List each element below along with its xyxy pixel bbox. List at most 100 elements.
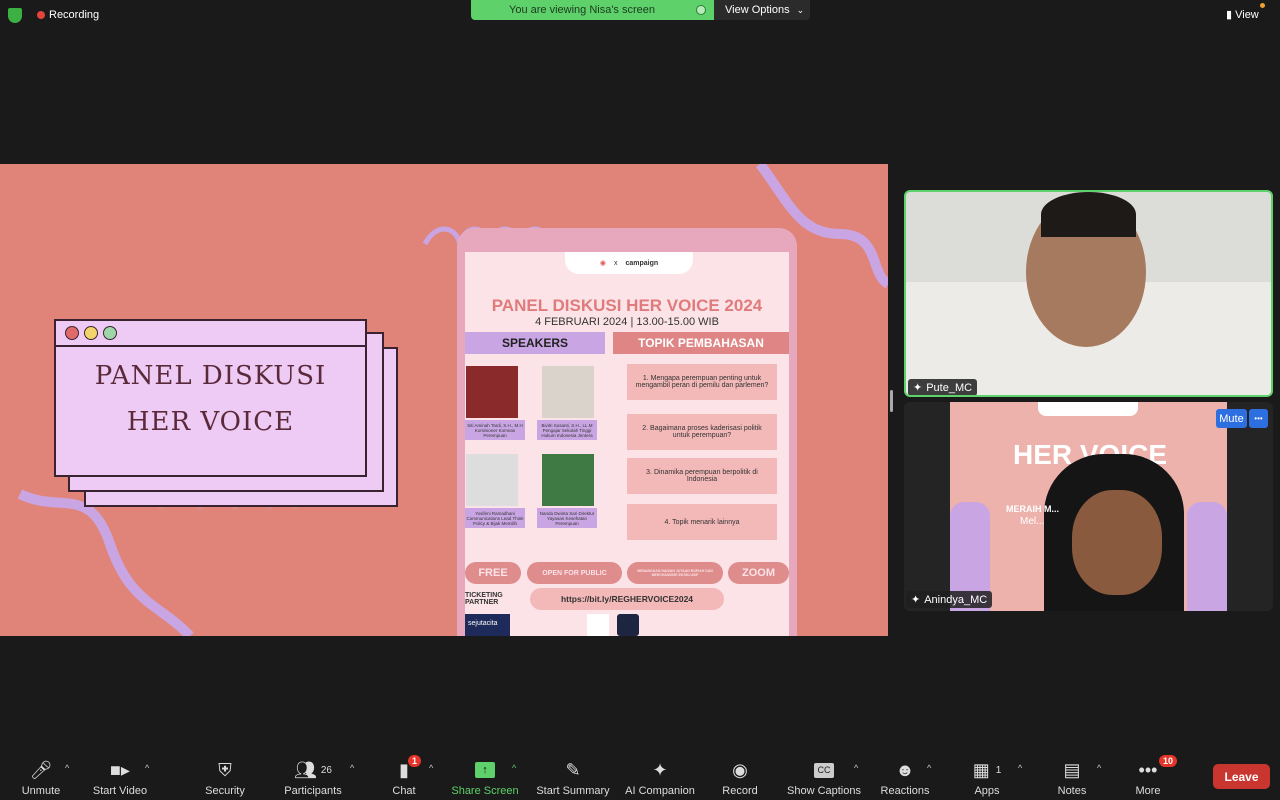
chat-caret-icon[interactable]: ^: [429, 763, 433, 773]
poster-date: 4 FEBRUARI 2024 | 13.00-15.00 WIB: [535, 316, 719, 328]
campaign-logo: campaign: [625, 259, 659, 267]
logo-x: x: [613, 259, 618, 267]
share-screen-icon: ↑: [475, 762, 495, 778]
view-label: View: [1235, 9, 1259, 21]
ai-companion-button[interactable]: ✦ AI Companion: [622, 752, 698, 800]
bg-illustration: [1187, 502, 1227, 611]
slide-title-line1: PANEL DISKUSI: [94, 361, 327, 391]
view-options-label: View Options: [725, 4, 790, 16]
shield-icon: ⛨: [218, 759, 232, 780]
pill-prize: MENANGKAN HADIAH JUTAAN RUPIAH DAN MERCH…: [627, 562, 723, 584]
record-label: Record: [722, 785, 758, 797]
notification-dot: [1259, 3, 1265, 8]
green-dot-icon: [103, 326, 117, 340]
speaker-photo: [466, 454, 518, 506]
unmute-button[interactable]: 🎤︎ Unmute: [14, 752, 68, 800]
pill-open: OPEN FOR PUBLIC: [527, 562, 622, 584]
view-options-button[interactable]: View Options ⌄: [714, 0, 810, 20]
pin-icon: ✦: [911, 594, 921, 606]
emoji-icon: ☻: [895, 759, 915, 780]
share-screen-button[interactable]: ↑ Share Screen: [450, 752, 520, 800]
notes-button[interactable]: ▤ Notes: [1052, 752, 1092, 800]
view-button[interactable]: ▮ View: [1226, 3, 1265, 21]
participants-count: 26: [320, 764, 332, 776]
topic-item: 1. Mengapa perempuan penting untuk menga…: [627, 364, 777, 400]
top-bar: Recording You are viewing Nisa's screen …: [0, 0, 1280, 30]
apps-button[interactable]: ▦ 1 Apps: [966, 752, 1008, 800]
captions-caret-icon[interactable]: ^: [854, 763, 858, 773]
notes-icon: ▤: [1063, 759, 1081, 780]
start-video-button[interactable]: ■▸ Start Video: [88, 752, 152, 800]
speaker-photo: [542, 366, 594, 418]
apps-icon: ▦ 1: [972, 759, 1002, 780]
speaker-photo: [542, 454, 594, 506]
record-button[interactable]: ◉ Record: [718, 752, 762, 800]
audio-caret-icon[interactable]: ^: [65, 763, 69, 773]
video-tile-pute[interactable]: ✦ Pute_MC: [904, 190, 1273, 397]
start-summary-button[interactable]: ✎ Start Summary: [532, 752, 614, 800]
topics-header: TOPIK PEMBAHASAN: [613, 332, 789, 354]
chevron-down-icon: ⌄: [796, 4, 805, 15]
notes-caret-icon[interactable]: ^: [1097, 763, 1101, 773]
participant-name: Pute_MC: [926, 381, 973, 394]
viewing-text: You are viewing Nisa's screen: [509, 4, 655, 16]
sejutacita-logo: sejutacita: [465, 614, 510, 636]
chat-button[interactable]: ▮ Chat 1: [384, 752, 424, 800]
org-logo: [587, 614, 609, 636]
chat-badge: 1: [408, 755, 422, 767]
event-poster: ◉ x campaign PANEL DISKUSI HER VOICE 2024 …: [457, 228, 797, 636]
security-button[interactable]: ⛨ Security: [198, 752, 252, 800]
video-caret-icon[interactable]: ^: [145, 763, 149, 773]
start-video-label: Start Video: [92, 785, 148, 797]
meeting-toolbar: 🎤︎ Unmute ^ ■▸ Start Video ^ ⛨ Security 👥︎ 2…: [0, 752, 1280, 800]
yellow-dot-icon: [84, 326, 98, 340]
apps-caret-icon[interactable]: ^: [1018, 763, 1022, 773]
shared-screen: PANEL DISKUSI HER VOICE ◉ x campaign PANEL…: [0, 164, 888, 636]
ai-companion-label: AI Companion: [625, 785, 695, 797]
status-dot-icon: [696, 5, 706, 15]
recording-label: Recording: [49, 9, 100, 21]
share-caret-icon[interactable]: ^: [512, 763, 516, 773]
show-captions-button[interactable]: CC Show Captions: [784, 752, 864, 800]
cc-icon: CC: [814, 762, 834, 778]
participant-name: Anindya_MC: [924, 593, 988, 606]
ticketing-label: TICKETING PARTNER: [465, 592, 503, 606]
apps-count: 1: [995, 764, 1002, 776]
mic-muted-icon: 🎤︎: [29, 759, 53, 780]
topic-item: 2. Bagaimana proses kaderisasi politik u…: [627, 414, 777, 450]
notes-label: Notes: [1057, 785, 1087, 797]
participant-hair: [1041, 192, 1136, 237]
security-shield-icon[interactable]: [8, 8, 22, 23]
more-label: More: [1135, 785, 1161, 797]
poster-heading: PANEL DISKUSI HER VOICE 2024: [491, 296, 763, 315]
more-button[interactable]: ••• More 10: [1128, 752, 1178, 800]
mute-participant-button[interactable]: Mute: [1216, 409, 1247, 428]
participants-caret-icon[interactable]: ^: [350, 763, 354, 773]
topic-item: 4. Topik menarik lainnya: [627, 504, 777, 540]
pin-icon: ✦: [913, 382, 923, 394]
speaker-caption: Yosifeni Ramadhani Communications Lead T…: [465, 508, 525, 528]
unmute-label: Unmute: [21, 785, 61, 797]
chat-label: Chat: [392, 785, 416, 797]
participant-name-label: ✦ Pute_MC: [908, 379, 978, 395]
reactions-caret-icon[interactable]: ^: [927, 763, 931, 773]
partner-logos: ◉ x campaign: [565, 252, 693, 274]
video-off-icon: ■▸: [110, 759, 130, 780]
leave-button[interactable]: Leave: [1213, 764, 1270, 789]
start-summary-label: Start Summary: [536, 785, 610, 797]
record-icon: ◉: [732, 759, 748, 780]
video-tile-anindya[interactable]: HER VOICE 2024 MERAIH M... Mel... Mute •…: [904, 402, 1273, 611]
circle-logo-icon: ◉: [599, 260, 606, 267]
participants-icon: 👥︎ 26: [294, 759, 332, 780]
security-label: Security: [205, 785, 245, 797]
apps-label: Apps: [974, 785, 1000, 797]
red-dot-icon: [65, 326, 79, 340]
participants-button[interactable]: 👥︎ 26 Participants: [280, 752, 346, 800]
registration-link: https://bit.ly/REGHERVOICE2024: [530, 588, 724, 610]
reactions-button[interactable]: ☻ Reactions: [876, 752, 934, 800]
speakers-header: SPEAKERS: [465, 332, 605, 354]
viewing-banner: You are viewing Nisa's screen: [471, 0, 714, 20]
split-resize-handle[interactable]: [890, 390, 893, 412]
bg-logo-bar: [1038, 402, 1138, 416]
more-options-button[interactable]: •••: [1249, 409, 1268, 428]
